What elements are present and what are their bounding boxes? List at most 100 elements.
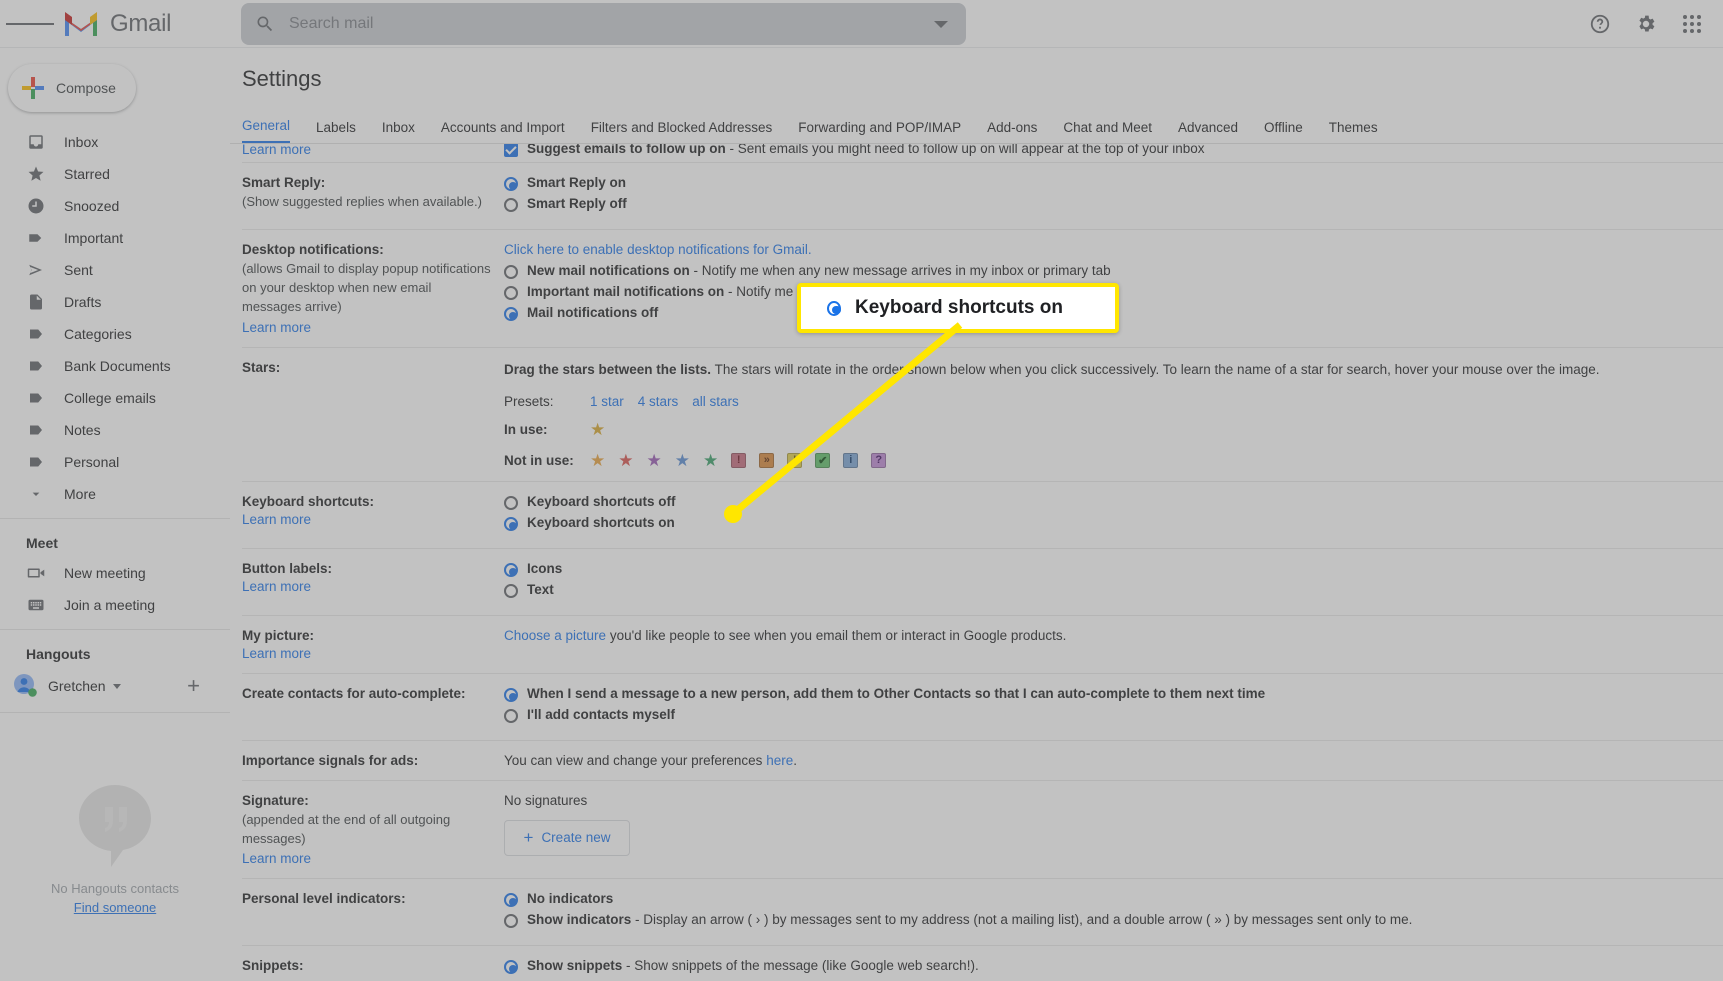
sidebar-item-personal[interactable]: Personal xyxy=(0,446,230,478)
choose-a-picture-link[interactable]: Choose a picture xyxy=(504,628,606,643)
learn-more-link[interactable]: Learn more xyxy=(242,851,492,866)
tab-labels[interactable]: Labels xyxy=(316,120,356,143)
search-input[interactable]: Search mail xyxy=(289,15,373,33)
avatar xyxy=(12,673,38,699)
purple-star-icon[interactable]: ★ xyxy=(647,452,662,469)
radio-button[interactable] xyxy=(504,708,518,723)
keyboard-shortcuts-option-on[interactable]: Keyboard shortcuts on xyxy=(504,515,1723,531)
learn-more-link[interactable]: Learn more xyxy=(242,144,492,157)
radio-button[interactable] xyxy=(504,687,518,702)
nudges-checkbox[interactable] xyxy=(504,144,518,157)
help-icon[interactable] xyxy=(1577,1,1623,47)
search-icon[interactable] xyxy=(241,14,289,34)
search-options-chevron-down-icon[interactable] xyxy=(934,20,948,28)
sidebar-item-notes[interactable]: Notes xyxy=(0,414,230,446)
radio-button[interactable] xyxy=(504,265,518,279)
tab-filters-and-blocked-addresses[interactable]: Filters and Blocked Addresses xyxy=(591,120,773,143)
smart-reply-option-off[interactable]: Smart Reply off xyxy=(504,196,1723,212)
sidebar-item-more[interactable]: More xyxy=(0,478,230,510)
option-label: Keyboard shortcuts off xyxy=(527,493,676,509)
tab-general[interactable]: General xyxy=(242,118,291,143)
sidebar-item-snoozed[interactable]: Snoozed xyxy=(0,190,230,222)
preset-1-star[interactable]: 1 star xyxy=(590,394,624,409)
radio-button[interactable] xyxy=(504,960,518,975)
compose-button[interactable]: Compose xyxy=(8,64,136,112)
apps-grid-icon[interactable] xyxy=(1669,1,1715,47)
radio-button[interactable] xyxy=(504,177,518,191)
gmail-logo[interactable]: Gmail xyxy=(62,9,171,38)
keyboard-shortcuts-option-off[interactable]: Keyboard shortcuts off xyxy=(504,494,1723,510)
enable-desktop-notifications-link[interactable]: Click here to enable desktop notificatio… xyxy=(504,242,1723,257)
sidebar-item-new-meeting[interactable]: New meeting xyxy=(0,557,230,589)
sidebar-item-important[interactable]: Important xyxy=(0,222,230,254)
create-new-signature-button[interactable]: + Create new xyxy=(504,819,630,856)
radio-button[interactable] xyxy=(504,307,518,321)
create-contacts-option-manual[interactable]: I'll add contacts myself xyxy=(504,707,1723,723)
learn-more-link[interactable]: Learn more xyxy=(242,579,492,594)
blue-info-badge-icon[interactable]: i xyxy=(843,452,859,468)
tab-offline[interactable]: Offline xyxy=(1264,120,1303,143)
learn-more-link[interactable]: Learn more xyxy=(242,646,492,661)
importance-here-link[interactable]: here xyxy=(766,753,793,768)
tab-advanced[interactable]: Advanced xyxy=(1178,120,1238,143)
sidebar-item-sent[interactable]: Sent xyxy=(0,254,230,286)
create-contacts-option-auto[interactable]: When I send a message to a new person, a… xyxy=(504,686,1723,702)
yellow-bang-badge-icon[interactable]: ! xyxy=(787,452,803,468)
learn-more-link[interactable]: Learn more xyxy=(242,320,492,335)
purple-question-badge-icon[interactable]: ? xyxy=(871,452,887,468)
compose-plus-icon xyxy=(22,77,44,99)
gear-icon[interactable] xyxy=(1623,1,1669,47)
tab-chat-and-meet[interactable]: Chat and Meet xyxy=(1063,120,1152,143)
label-icon xyxy=(26,452,46,472)
radio-button[interactable] xyxy=(504,495,518,510)
sidebar-item-join-meeting[interactable]: Join a meeting xyxy=(0,589,230,621)
snippets-option-show[interactable]: Show snippets - Show snippets of the mes… xyxy=(504,958,1723,975)
sidebar-item-college-emails[interactable]: College emails xyxy=(0,382,230,414)
radio-button[interactable] xyxy=(504,914,518,929)
sidebar-item-bank-documents[interactable]: Bank Documents xyxy=(0,350,230,382)
hangouts-user-row[interactable]: Gretchen + xyxy=(0,668,230,704)
personal-level-option-show[interactable]: Show indicators - Display an arrow ( › )… xyxy=(504,912,1723,929)
button-labels-option-text[interactable]: Text xyxy=(504,582,1723,598)
yellow-star-icon[interactable]: ★ xyxy=(590,421,605,438)
sidebar-divider-meet xyxy=(0,518,230,519)
callout-label: Keyboard shortcuts on xyxy=(855,297,1063,318)
button-labels-option-icons[interactable]: Icons xyxy=(504,561,1723,577)
row-content: Suggest emails to follow up on - Sent em… xyxy=(504,144,1723,162)
tab-accounts-and-import[interactable]: Accounts and Import xyxy=(441,120,565,143)
learn-more-link[interactable]: Learn more xyxy=(242,512,492,527)
row-label: Signature: (appended at the end of all o… xyxy=(242,793,504,867)
radio-button[interactable] xyxy=(504,583,518,598)
blue-star-icon[interactable]: ★ xyxy=(675,452,690,469)
sidebar-item-drafts[interactable]: Drafts xyxy=(0,286,230,318)
tab-inbox[interactable]: Inbox xyxy=(382,120,415,143)
radio-button[interactable] xyxy=(827,300,841,316)
find-someone-link[interactable]: Find someone xyxy=(0,900,230,915)
orange-star-icon[interactable]: ★ xyxy=(590,452,605,469)
red-star-icon[interactable]: ★ xyxy=(618,452,633,469)
radio-button[interactable] xyxy=(504,286,518,300)
radio-button[interactable] xyxy=(504,562,518,577)
desktop-notifications-option-new-mail[interactable]: New mail notifications on - Notify me wh… xyxy=(504,263,1723,279)
red-bang-badge-icon[interactable]: ! xyxy=(731,452,747,468)
radio-button[interactable] xyxy=(504,516,518,531)
orange-double-arrow-badge-icon[interactable]: » xyxy=(759,452,775,468)
radio-button[interactable] xyxy=(504,198,518,212)
preset-all-stars[interactable]: all stars xyxy=(692,394,739,409)
smart-reply-option-on[interactable]: Smart Reply on xyxy=(504,175,1723,191)
tab-themes[interactable]: Themes xyxy=(1329,120,1378,143)
sidebar-item-starred[interactable]: Starred xyxy=(0,158,230,190)
tab-forwarding-and-pop-imap[interactable]: Forwarding and POP/IMAP xyxy=(798,120,961,143)
main-menu-icon[interactable] xyxy=(6,0,54,48)
preset-4-stars[interactable]: 4 stars xyxy=(638,394,679,409)
chevron-down-icon[interactable] xyxy=(112,683,121,689)
green-check-badge-icon[interactable]: ✔ xyxy=(815,452,831,468)
personal-level-option-none[interactable]: No indicators xyxy=(504,891,1723,908)
green-star-icon[interactable]: ★ xyxy=(703,452,718,469)
tab-add-ons[interactable]: Add-ons xyxy=(987,120,1037,143)
search-bar[interactable]: Search mail xyxy=(241,3,966,45)
sidebar-item-categories[interactable]: Categories xyxy=(0,318,230,350)
plus-icon[interactable]: + xyxy=(187,675,200,697)
radio-button[interactable] xyxy=(504,893,518,908)
sidebar-item-inbox[interactable]: Inbox xyxy=(0,126,230,158)
